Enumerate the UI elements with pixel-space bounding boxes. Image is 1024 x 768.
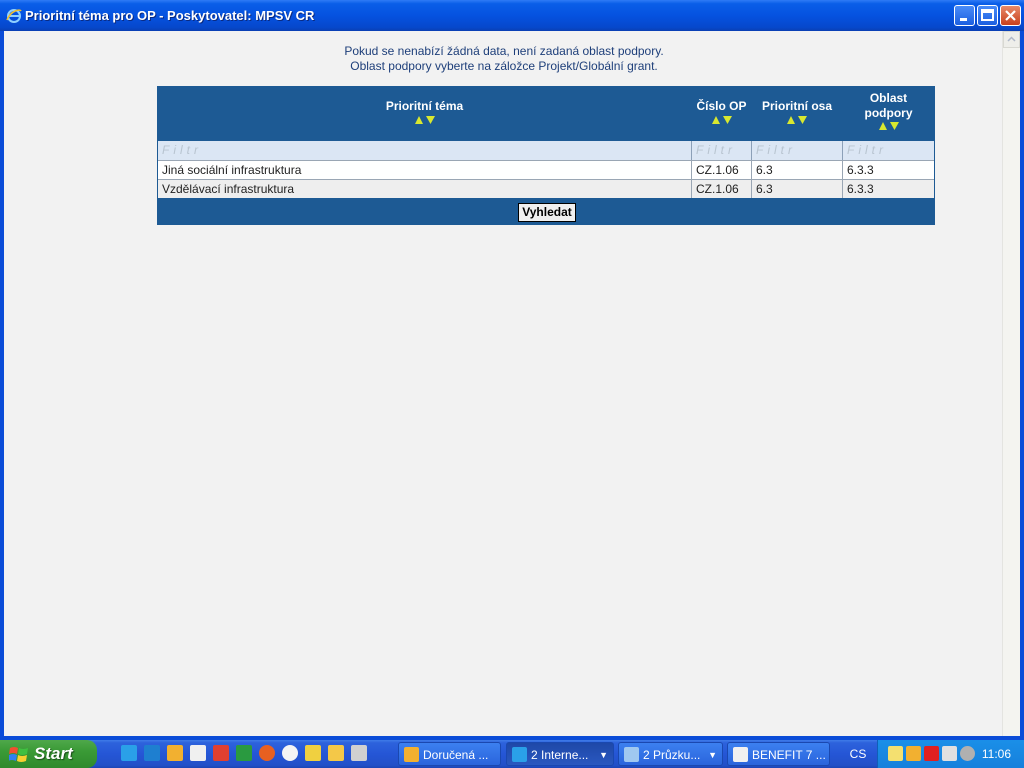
task-label: 2 Průzku... [643,748,701,762]
explorer-icon [624,747,639,762]
column-header-cislo-op[interactable]: Číslo OP [692,86,751,140]
cell-prioritni-tema[interactable]: Vzdělávací infrastruktura [158,179,692,198]
clock: 11:06 [981,747,1011,761]
sort-arrows-icon[interactable] [711,115,733,129]
taskbar: Start Doručená ... 2 Interne... ▼ 2 Průz… [0,740,1024,768]
column-header-prioritni-osa[interactable]: Prioritní osa [752,86,842,140]
minimize-button[interactable] [954,5,975,26]
cell-prioritni-tema[interactable]: Jiná sociální infrastruktura [158,160,692,179]
volume-icon[interactable] [960,746,975,761]
filter-input-prioritni-tema[interactable]: Filtr [158,141,692,160]
clock-icon[interactable] [906,746,921,761]
chevron-down-icon: ▼ [708,750,717,760]
antivirus-icon[interactable] [924,746,939,761]
table-row[interactable]: Jiná sociální infrastruktura CZ.1.06 6.3… [158,160,934,179]
table-row[interactable]: Vzdělávací infrastruktura CZ.1.06 6.3 6.… [158,179,934,198]
column-header-label: Prioritní osa [761,99,832,113]
search-button[interactable]: Vyhledat [518,203,576,222]
notice-line-2: Oblast podpory vyberte na záložce Projek… [350,59,658,73]
task-button-benefit[interactable]: BENEFIT 7 ... [727,742,830,766]
sort-arrows-icon[interactable] [878,121,900,136]
language-indicator[interactable]: CS [844,740,872,768]
notice-line-1: Pokud se nenabízí žádná data, není zadan… [344,44,664,58]
sort-arrows-icon[interactable] [414,115,436,129]
media-player-icon[interactable] [282,745,298,761]
system-tray: 11:06 [877,740,1024,768]
minimize-icon [960,18,967,21]
outlook-icon [404,747,419,762]
start-label: Start [34,744,73,763]
chevron-up-icon [1007,36,1016,42]
filter-row: Filtr Filtr Filtr Filtr [158,141,934,160]
outlook-icon[interactable] [167,745,183,761]
column-header-label: Oblast [869,91,908,105]
cell-cislo-op[interactable]: CZ.1.06 [692,160,752,179]
column-header-label: Prioritní téma [385,99,464,113]
maximize-icon [981,9,994,21]
network-tray-icon[interactable] [942,746,957,761]
task-button-internet[interactable]: 2 Interne... ▼ [506,742,614,766]
priority-theme-grid: Prioritní téma Číslo OP Prioritní osa Ob… [157,86,935,225]
word-icon [733,747,748,762]
column-header-label: Číslo OP [696,99,747,113]
column-header-oblast-podpory[interactable]: Oblast podpory [843,86,934,140]
chevron-down-icon: ▼ [599,750,608,760]
mail-icon[interactable] [888,746,903,761]
window-titlebar[interactable]: Prioritní téma pro OP - Poskytovatel: MP… [0,0,1024,31]
reader-icon[interactable] [213,745,229,761]
cell-prioritni-osa[interactable]: 6.3 [752,179,843,198]
ie-icon [512,747,527,762]
task-button-pruzkumnik[interactable]: 2 Průzku... ▼ [618,742,723,766]
cell-oblast-podpory[interactable]: 6.3.3 [843,179,934,198]
filter-input-prioritni-osa[interactable]: Filtr [752,141,843,160]
tools-icon[interactable] [351,745,367,761]
firefox-icon[interactable] [259,745,275,761]
word-icon[interactable] [190,745,206,761]
filter-input-cislo-op[interactable]: Filtr [692,141,752,160]
task-label: 2 Interne... [531,748,589,762]
page-content: Pokud se nenabízí žádná data, není zadan… [4,31,1020,736]
task-label: Doručená ... [423,748,489,762]
ie-icon [6,9,22,23]
scroll-up-button[interactable] [1003,31,1020,48]
close-icon [1005,10,1016,21]
window-title: Prioritní téma pro OP - Poskytovatel: MP… [25,8,315,23]
task-label: BENEFIT 7 ... [752,748,826,762]
sort-arrows-icon[interactable] [786,115,808,129]
network-icon[interactable] [305,745,321,761]
maximize-button[interactable] [977,5,998,26]
filter-input-oblast-podpory[interactable]: Filtr [843,141,934,160]
folder-icon[interactable] [328,745,344,761]
cell-prioritni-osa[interactable]: 6.3 [752,160,843,179]
excel-icon[interactable] [236,745,252,761]
windows-logo-icon [9,747,28,762]
popup-window: Prioritní téma pro OP - Poskytovatel: MP… [0,0,1024,740]
cell-cislo-op[interactable]: CZ.1.06 [692,179,752,198]
ie-alt-icon[interactable] [144,745,160,761]
task-button-dorucena[interactable]: Doručená ... [398,742,501,766]
close-button[interactable] [1000,5,1021,26]
column-header-label-line2: podpory [864,106,913,120]
ie-icon[interactable] [121,745,137,761]
cell-oblast-podpory[interactable]: 6.3.3 [843,160,934,179]
vertical-scrollbar[interactable] [1002,31,1020,736]
column-header-prioritni-tema[interactable]: Prioritní téma [158,86,691,140]
start-button[interactable]: Start [0,740,97,768]
